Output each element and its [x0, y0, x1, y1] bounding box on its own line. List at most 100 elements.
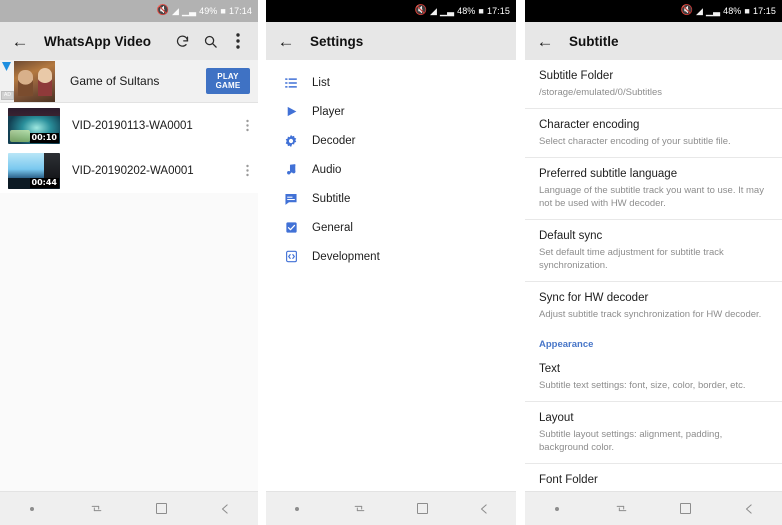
sidebar-item-subtitle[interactable]: Subtitle	[266, 184, 516, 213]
list-item[interactable]: 00:44 VID-20190202-WA0001	[0, 148, 258, 193]
overflow-menu-icon[interactable]	[236, 164, 258, 177]
status-time: 17:15	[753, 6, 776, 16]
nav-recents-button[interactable]	[80, 496, 114, 522]
ad-cta-line2: GAME	[216, 81, 241, 90]
pref-summary: Select character encoding of your subtit…	[539, 135, 768, 148]
wifi-icon: ◢	[696, 7, 703, 16]
pref-sync-for-hw-decoder[interactable]: Sync for HW decoder Adjust subtitle trac…	[525, 282, 782, 330]
page-title: Subtitle	[569, 34, 619, 49]
ad-cta-line1: PLAY	[217, 72, 238, 81]
sidebar-item-decoder[interactable]: Decoder	[266, 126, 516, 155]
sidebar-item-general[interactable]: General	[266, 213, 516, 242]
panel-body: Subtitle Folder /storage/emulated/0/Subt…	[525, 60, 782, 491]
home-square-icon	[156, 503, 167, 514]
sidebar-item-label: Subtitle	[312, 193, 350, 205]
pref-text[interactable]: Text Subtitle text settings: font, size,…	[525, 353, 782, 402]
sidebar-item-label: Player	[312, 106, 345, 118]
pref-summary: Adjust subtitle track synchronization fo…	[539, 308, 768, 321]
pref-title: Text	[539, 362, 768, 377]
back-arrow-icon[interactable]: ←	[274, 29, 298, 53]
subtitle-preferences-list: Subtitle Folder /storage/emulated/0/Subt…	[525, 60, 782, 491]
nav-back-button[interactable]	[733, 496, 767, 522]
pref-title: Layout	[539, 411, 768, 426]
panel-whatsapp-video: 🔇 ◢ ▁▃ 49% ■ 17:14 ← WhatsApp Video	[0, 0, 258, 525]
dot-icon	[295, 507, 299, 511]
nav-dot-button[interactable]	[15, 496, 49, 522]
pref-summary: Subtitle layout settings: alignment, pad…	[539, 428, 768, 454]
video-thumbnail: 00:10	[8, 108, 60, 144]
pref-character-encoding[interactable]: Character encoding Select character enco…	[525, 109, 782, 158]
pref-summary: Language of the subtitle track you want …	[539, 184, 768, 210]
app-bar: ← Subtitle	[525, 22, 782, 60]
nav-back-button[interactable]	[468, 496, 502, 522]
music-note-icon	[282, 161, 300, 179]
back-arrow-icon[interactable]: ←	[8, 29, 32, 53]
dot-icon	[555, 507, 559, 511]
pref-subtitle-folder[interactable]: Subtitle Folder /storage/emulated/0/Subt…	[525, 60, 782, 109]
nav-back-button[interactable]	[209, 496, 243, 522]
video-name: VID-20190202-WA0001	[72, 165, 236, 177]
pref-default-sync[interactable]: Default sync Set default time adjustment…	[525, 220, 782, 282]
back-arrow-icon[interactable]: ←	[533, 29, 557, 53]
subtitle-icon	[282, 190, 300, 208]
sidebar-item-list[interactable]: List	[266, 68, 516, 97]
signal-icon: ▁▃	[182, 7, 196, 16]
panel-body: AD Game of Sultans PLAY GAME 00:10 VID-2…	[0, 60, 258, 491]
sidebar-item-label: General	[312, 222, 353, 234]
overflow-menu-icon[interactable]	[236, 119, 258, 132]
nav-recents-button[interactable]	[604, 496, 638, 522]
ad-title: Game of Sultans	[70, 74, 159, 88]
video-thumbnail: 00:44	[8, 153, 60, 189]
overflow-menu-icon[interactable]	[226, 29, 250, 53]
advertisement-banner[interactable]: AD Game of Sultans PLAY GAME	[0, 60, 258, 103]
pref-title: Font Folder	[539, 473, 768, 488]
system-nav-bar	[525, 491, 782, 525]
refresh-icon[interactable]	[170, 29, 194, 53]
pref-title: Character encoding	[539, 118, 768, 133]
video-duration: 00:10	[30, 133, 59, 143]
wifi-icon: ◢	[430, 7, 437, 16]
nav-home-button[interactable]	[144, 496, 178, 522]
nav-dot-button[interactable]	[280, 496, 314, 522]
battery-icon: ■	[478, 7, 484, 16]
pref-summary: Subtitle text settings: font, size, colo…	[539, 379, 768, 392]
signal-icon: ▁▃	[706, 7, 720, 16]
video-name: VID-20190113-WA0001	[72, 120, 236, 132]
pref-preferred-subtitle-language[interactable]: Preferred subtitle language Language of …	[525, 158, 782, 220]
code-icon	[282, 248, 300, 266]
pref-font-folder[interactable]: Font Folder /storage/emulated/0	[525, 464, 782, 491]
pref-summary: /storage/emulated/0/Subtitles	[539, 86, 768, 99]
app-bar: ← WhatsApp Video	[0, 22, 258, 60]
nav-recents-button[interactable]	[343, 496, 377, 522]
play-icon	[282, 103, 300, 121]
search-icon[interactable]	[198, 29, 222, 53]
status-time: 17:14	[229, 6, 252, 16]
system-nav-bar	[266, 491, 516, 525]
adchoices-icon[interactable]	[2, 62, 11, 71]
status-bar: 🔇 ◢ ▁▃ 49% ■ 17:14	[0, 0, 258, 22]
sidebar-item-label: Audio	[312, 164, 341, 176]
system-nav-bar	[0, 491, 258, 525]
nav-home-button[interactable]	[669, 496, 703, 522]
home-square-icon	[417, 503, 428, 514]
pref-title: Preferred subtitle language	[539, 167, 768, 182]
ad-badge: AD	[1, 91, 14, 100]
signal-icon: ▁▃	[440, 7, 454, 16]
sidebar-item-player[interactable]: Player	[266, 97, 516, 126]
sidebar-item-audio[interactable]: Audio	[266, 155, 516, 184]
sidebar-item-label: Development	[312, 251, 380, 263]
pref-layout[interactable]: Layout Subtitle layout settings: alignme…	[525, 402, 782, 464]
nav-dot-button[interactable]	[540, 496, 574, 522]
nav-home-button[interactable]	[405, 496, 439, 522]
list-icon	[282, 74, 300, 92]
play-game-button[interactable]: PLAY GAME	[206, 68, 250, 94]
battery-percent: 49%	[199, 6, 217, 16]
sidebar-item-development[interactable]: Development	[266, 242, 516, 271]
gear-icon	[282, 132, 300, 150]
app-bar: ← Settings	[266, 22, 516, 60]
list-item[interactable]: 00:10 VID-20190113-WA0001	[0, 103, 258, 148]
mute-icon: 🔇	[156, 6, 169, 16]
ad-thumbnail	[14, 61, 55, 102]
section-header-appearance: Appearance	[525, 330, 782, 353]
battery-icon: ■	[220, 7, 226, 16]
